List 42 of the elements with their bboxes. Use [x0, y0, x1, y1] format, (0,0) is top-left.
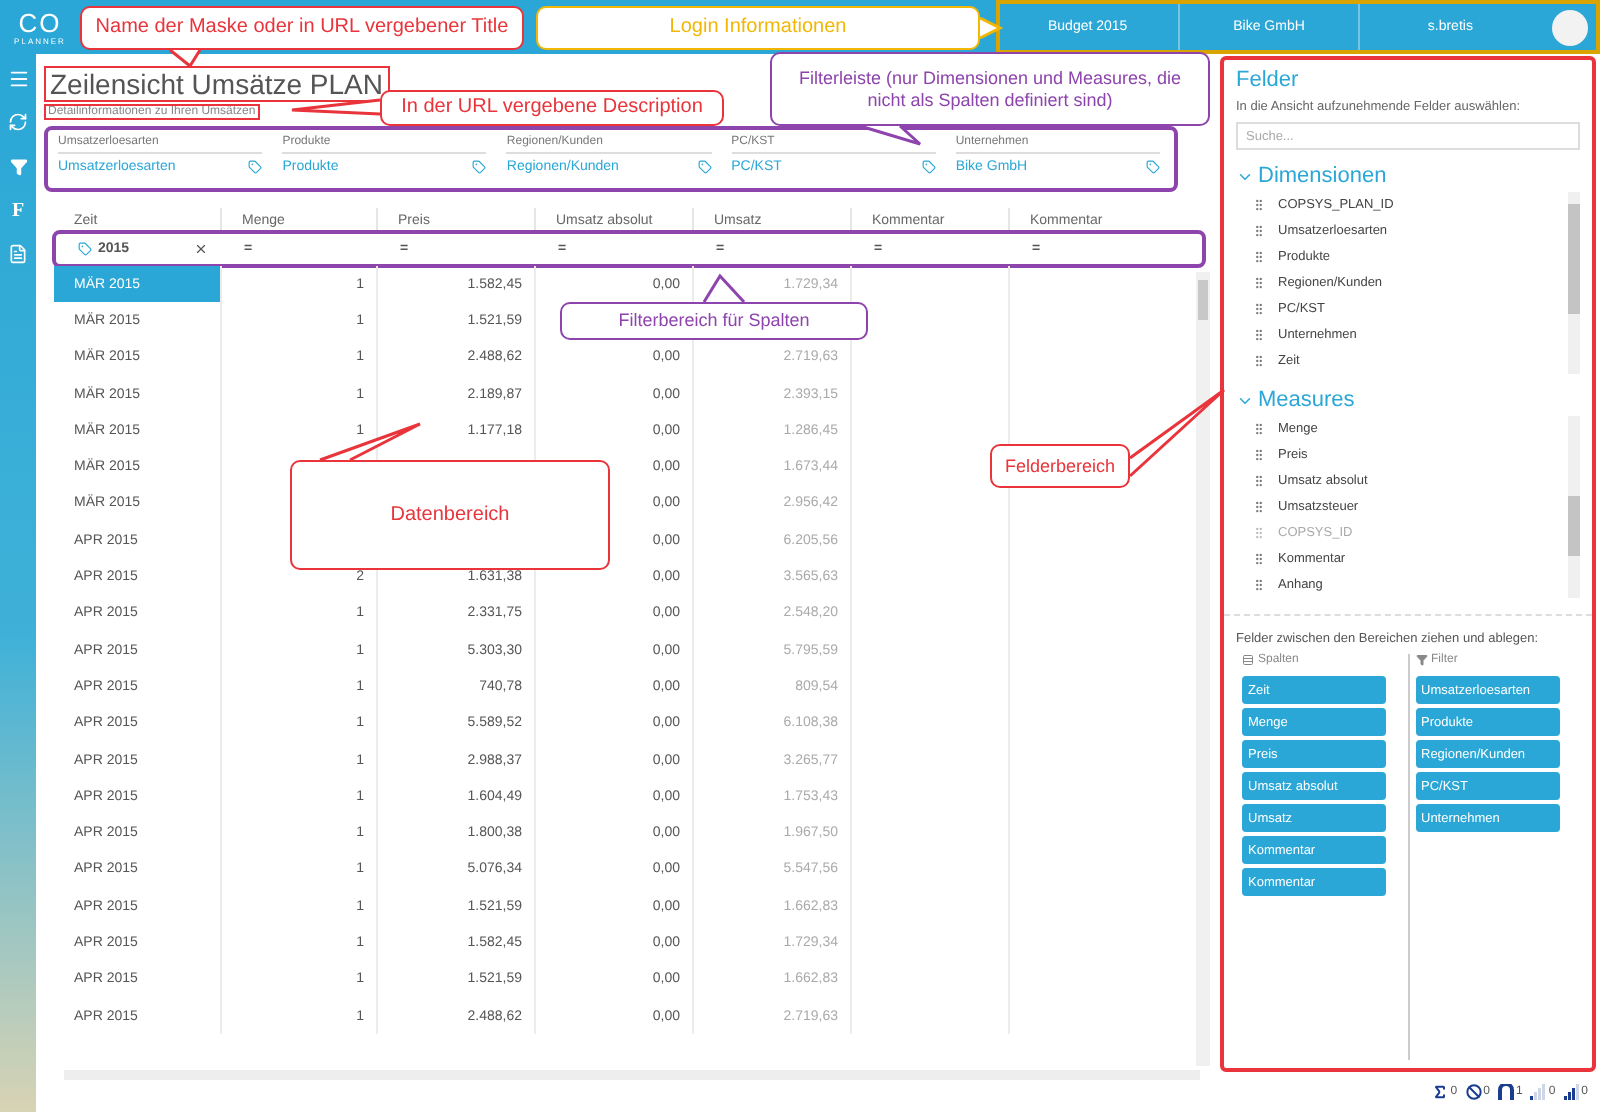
- avatar[interactable]: [1552, 9, 1589, 45]
- tag-icon[interactable]: [248, 160, 263, 174]
- intersection-icon: [1497, 1084, 1514, 1100]
- drag-handle-icon[interactable]: [1252, 474, 1266, 488]
- refresh-icon: [8, 112, 28, 132]
- panel-title: Felder: [1236, 68, 1301, 92]
- callout: Felderbereich: [990, 444, 1130, 488]
- callout-pointer: [318, 422, 422, 462]
- drag-handle-icon[interactable]: [1252, 250, 1266, 264]
- close-icon[interactable]: [194, 242, 208, 256]
- scrollbar[interactable]: [1568, 416, 1580, 598]
- menu-icon: [7, 67, 29, 89]
- drag-handle-icon[interactable]: [1252, 552, 1266, 566]
- scrollbar[interactable]: [1196, 272, 1210, 1066]
- drag-handle-icon[interactable]: [1252, 328, 1266, 342]
- drag-handle-icon[interactable]: [1252, 302, 1266, 316]
- scrollbar[interactable]: [1568, 192, 1580, 374]
- tag-icon[interactable]: [1146, 160, 1161, 174]
- sigma-icon: [1432, 1084, 1449, 1100]
- signal-bars-icon: [1563, 1084, 1580, 1100]
- tag-icon[interactable]: [921, 160, 936, 174]
- drag-handle-icon[interactable]: [1252, 354, 1266, 368]
- drag-handle-icon[interactable]: [1252, 276, 1266, 290]
- empty-set-icon: [1465, 1084, 1482, 1100]
- columns-icon: [1242, 654, 1254, 666]
- filter-icon: [9, 157, 27, 175]
- drag-handle-icon[interactable]: [1252, 224, 1266, 238]
- callout-pointer: [168, 48, 202, 69]
- document-icon: [8, 244, 28, 264]
- callout-pointer: [702, 273, 746, 304]
- callout-pointer: [290, 98, 382, 116]
- drag-handle-icon[interactable]: [1252, 198, 1266, 212]
- filter-icon: [1415, 654, 1427, 666]
- tag-icon[interactable]: [697, 160, 712, 174]
- tag-icon[interactable]: [472, 160, 487, 174]
- drag-handle-icon[interactable]: [1252, 500, 1266, 514]
- drag-handle-icon[interactable]: [1252, 578, 1266, 592]
- drag-handle-icon[interactable]: [1252, 422, 1266, 436]
- callout-pointer: [978, 16, 1004, 40]
- drag-handle-icon[interactable]: [1252, 448, 1266, 462]
- tag-icon: [78, 242, 92, 256]
- signal-bars-icon: [1530, 1084, 1547, 1100]
